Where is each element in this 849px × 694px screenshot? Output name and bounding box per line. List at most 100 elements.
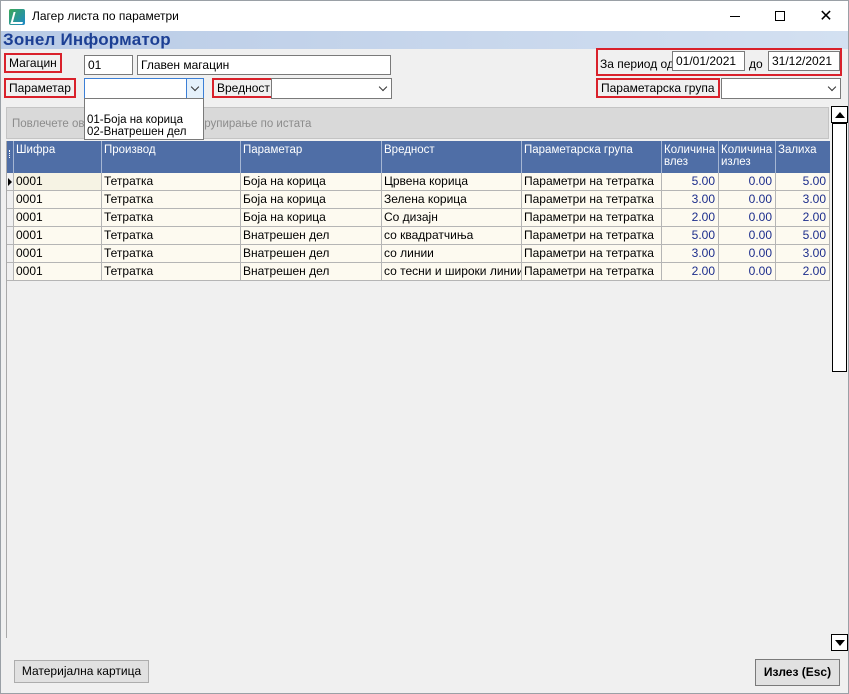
row-selector[interactable]	[7, 191, 14, 209]
column-header-qty-out[interactable]: Количина излез	[719, 141, 776, 173]
cell-param-group[interactable]: Параметри на тетратка	[522, 191, 662, 209]
scroll-thumb[interactable]	[832, 123, 847, 372]
cell-param-group[interactable]: Параметри на тетратка	[522, 209, 662, 227]
cell-code[interactable]: 0001	[14, 227, 102, 245]
close-icon: ✕	[819, 6, 833, 25]
cell-parameter[interactable]: Боја на корица	[241, 209, 382, 227]
param-group-dropdown-button[interactable]	[823, 79, 840, 98]
group-hint-left: Повлечете ов	[12, 118, 85, 130]
column-header-value[interactable]: Вредност	[382, 141, 522, 173]
vertical-scrollbar[interactable]	[831, 106, 848, 651]
cell-product[interactable]: Тетратка	[102, 191, 241, 209]
exit-button[interactable]: Излез (Esc)	[755, 659, 840, 686]
cell-parameter[interactable]: Внатрешен дел	[241, 245, 382, 263]
period-to-label: до	[749, 57, 763, 71]
scroll-down-button[interactable]	[831, 634, 848, 651]
cell-qty-in[interactable]: 3.00	[662, 191, 719, 209]
window-body: Зонел Информатор Магацин 01 Главен магац…	[0, 30, 849, 694]
cell-code[interactable]: 0001	[14, 173, 102, 191]
cell-stock[interactable]: 5.00	[776, 227, 830, 245]
cell-qty-in[interactable]: 2.00	[662, 263, 719, 281]
cell-parameter[interactable]: Внатрешен дел	[241, 227, 382, 245]
cell-code[interactable]: 0001	[14, 245, 102, 263]
period-from-input[interactable]: 01/01/2021	[672, 51, 745, 71]
cell-qty-out[interactable]: 0.00	[719, 227, 776, 245]
cell-param-group[interactable]: Параметри на тетратка	[522, 227, 662, 245]
warehouse-name-field: Главен магацин	[137, 55, 391, 75]
period-to-input[interactable]: 31/12/2021	[768, 51, 840, 71]
column-chooser-icon[interactable]	[7, 141, 14, 173]
table-row[interactable]: 0001 Тетратка Внатрешен дел со тесни и широ…	[7, 263, 830, 281]
parameter-combo[interactable]	[84, 78, 204, 99]
cell-stock[interactable]: 2.00	[776, 209, 830, 227]
dropdown-option[interactable]: 01-Боја на корица	[87, 114, 183, 126]
column-header-code[interactable]: Шифра	[14, 141, 102, 173]
row-selector[interactable]	[7, 263, 14, 281]
table-row[interactable]: 0001 Тетратка Внатрешен дел со линии Парамет…	[7, 245, 830, 263]
cell-product[interactable]: Тетратка	[102, 173, 241, 191]
cell-stock[interactable]: 2.00	[776, 263, 830, 281]
cell-value[interactable]: Зелена корица	[382, 191, 522, 209]
value-combo[interactable]	[271, 78, 392, 99]
cell-product[interactable]: Тетратка	[102, 263, 241, 281]
cell-parameter[interactable]: Внатрешен дел	[241, 263, 382, 281]
row-selector[interactable]	[7, 227, 14, 245]
cell-product[interactable]: Тетратка	[102, 227, 241, 245]
material-card-button[interactable]: Материјална картица	[14, 660, 149, 683]
cell-qty-out[interactable]: 0.00	[719, 263, 776, 281]
cell-parameter[interactable]: Боја на корица	[241, 173, 382, 191]
cell-code[interactable]: 0001	[14, 263, 102, 281]
column-header-parameter[interactable]: Параметар	[241, 141, 382, 173]
column-header-stock[interactable]: Залиха	[776, 141, 830, 173]
arrow-down-icon	[834, 639, 845, 646]
row-selector[interactable]	[7, 173, 14, 191]
cell-qty-in[interactable]: 5.00	[662, 173, 719, 191]
warehouse-code-input[interactable]: 01	[84, 55, 133, 75]
arrow-up-icon	[834, 111, 845, 118]
table-row[interactable]: 0001 Тетратка Боја на корица Со дизајн Парам…	[7, 209, 830, 227]
cell-qty-out[interactable]: 0.00	[719, 191, 776, 209]
parameter-dropdown-button[interactable]	[186, 79, 203, 98]
minimize-icon	[730, 15, 740, 17]
cell-param-group[interactable]: Параметри на тетратка	[522, 173, 662, 191]
cell-qty-out[interactable]: 0.00	[719, 173, 776, 191]
cell-stock[interactable]: 3.00	[776, 245, 830, 263]
cell-stock[interactable]: 5.00	[776, 173, 830, 191]
cell-code[interactable]: 0001	[14, 191, 102, 209]
cell-stock[interactable]: 3.00	[776, 191, 830, 209]
cell-qty-in[interactable]: 3.00	[662, 245, 719, 263]
row-selector[interactable]	[7, 245, 14, 263]
period-from-label: За период од	[600, 57, 674, 71]
table-row[interactable]: 0001 Тетратка Внатрешен дел со квадратчиња П…	[7, 227, 830, 245]
cell-value[interactable]: Со дизајн	[382, 209, 522, 227]
cell-qty-out[interactable]: 0.00	[719, 209, 776, 227]
column-header-param-group[interactable]: Параметарска група	[522, 141, 662, 173]
cell-qty-in[interactable]: 5.00	[662, 227, 719, 245]
cell-code[interactable]: 0001	[14, 209, 102, 227]
cell-product[interactable]: Тетратка	[102, 209, 241, 227]
app-logo-icon	[9, 9, 25, 25]
param-group-combo[interactable]	[721, 78, 841, 99]
cell-param-group[interactable]: Параметри на тетратка	[522, 263, 662, 281]
cell-parameter[interactable]: Боја на корица	[241, 191, 382, 209]
cell-product[interactable]: Тетратка	[102, 245, 241, 263]
cell-value[interactable]: со квадратчиња	[382, 227, 522, 245]
close-button[interactable]: ✕	[803, 1, 849, 31]
cell-qty-in[interactable]: 2.00	[662, 209, 719, 227]
column-header-product[interactable]: Производ	[102, 141, 241, 173]
column-header-qty-in[interactable]: Количина влез	[662, 141, 719, 173]
dropdown-option[interactable]: 02-Внатрешен дел	[87, 126, 186, 138]
table-row[interactable]: 0001 Тетратка Боја на корица Црвена корица П…	[7, 173, 830, 191]
table-row[interactable]: 0001 Тетратка Боја на корица Зелена корица П…	[7, 191, 830, 209]
maximize-button[interactable]	[757, 1, 803, 31]
cell-value[interactable]: со линии	[382, 245, 522, 263]
window-title: Лагер листа по параметри	[32, 9, 179, 23]
cell-value[interactable]: Црвена корица	[382, 173, 522, 191]
row-selector[interactable]	[7, 209, 14, 227]
scroll-up-button[interactable]	[831, 106, 848, 123]
cell-param-group[interactable]: Параметри на тетратка	[522, 245, 662, 263]
value-dropdown-button[interactable]	[374, 79, 391, 98]
cell-qty-out[interactable]: 0.00	[719, 245, 776, 263]
cell-value[interactable]: со тесни и широки линии	[382, 263, 522, 281]
minimize-button[interactable]	[712, 1, 758, 31]
